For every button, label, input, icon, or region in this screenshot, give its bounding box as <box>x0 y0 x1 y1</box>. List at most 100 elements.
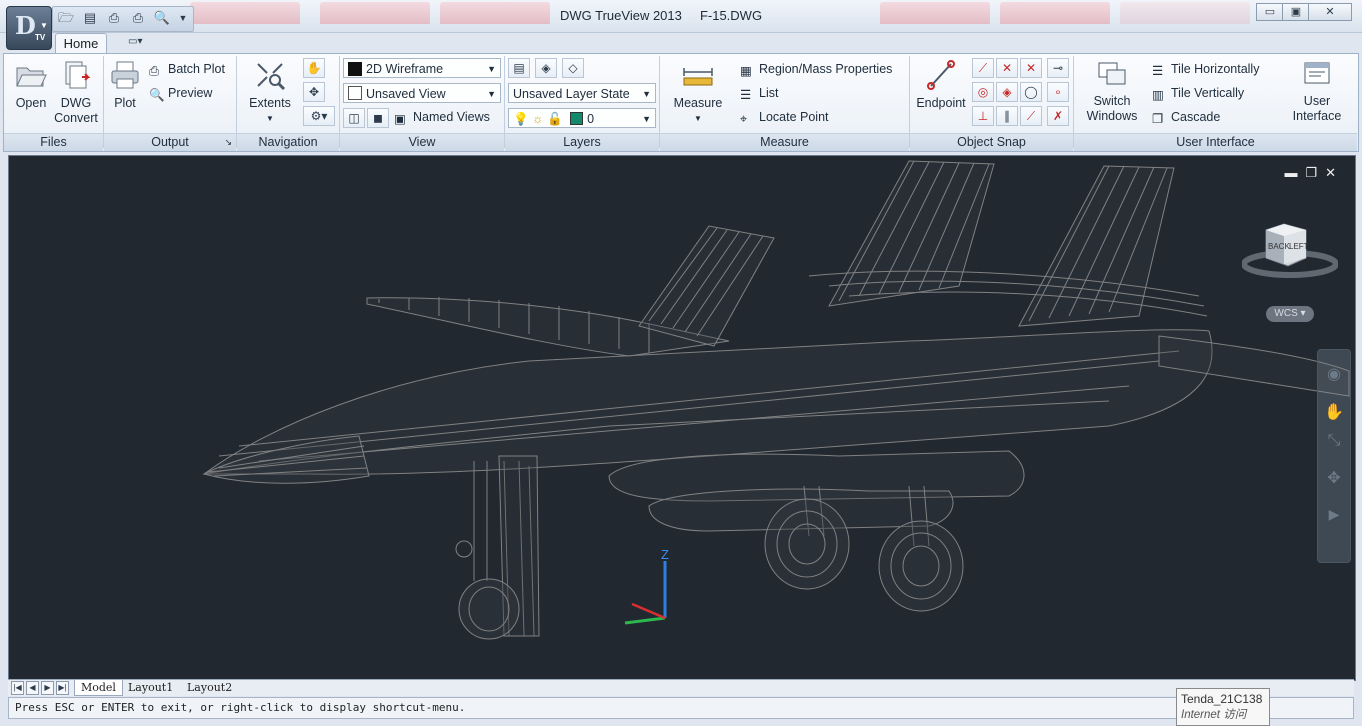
measure-button[interactable]: Measure ▼ <box>668 60 728 126</box>
tile-vertically-button[interactable]: ▥ Tile Vertically <box>1152 86 1245 102</box>
tab-model[interactable]: Model <box>74 680 123 696</box>
steering-wheel-button[interactable]: ⚙▾ <box>303 106 335 126</box>
ribbon-minimize-toggle[interactable]: ▭▾ <box>128 36 156 50</box>
orbit-icon[interactable]: ✥ <box>1318 468 1350 488</box>
minimize-button[interactable]: ▭ <box>1256 3 1284 21</box>
last-layout-button[interactable]: ▶| <box>56 681 69 695</box>
preview-button[interactable]: 🔍 Preview <box>149 86 212 102</box>
first-layout-button[interactable]: |◀ <box>11 681 24 695</box>
application-menu-button[interactable]: D ▼ TV <box>6 6 52 50</box>
tile-vertically-icon: ▥ <box>1152 88 1164 102</box>
endpoint-snap-button[interactable]: Endpoint <box>912 60 970 111</box>
visual-style-dropdown[interactable]: 2D Wireframe ▼ <box>343 58 501 78</box>
tab-home[interactable]: Home <box>55 33 107 54</box>
tile-vertically-label: Tile Vertically <box>1171 86 1245 100</box>
layer-properties-button[interactable]: ▤ <box>508 58 530 78</box>
minimize-icon[interactable]: ▬ <box>1284 165 1305 180</box>
open-button[interactable]: Open <box>12 60 50 111</box>
intersection-snap-button[interactable]: ✕ <box>996 58 1018 78</box>
hand-icon: ✋ <box>306 61 322 75</box>
center-snap-button[interactable]: ◎ <box>972 82 994 102</box>
apparent-intersection-snap-button[interactable]: ✕ <box>1020 58 1042 78</box>
dwg-convert-button[interactable]: DWG Convert <box>52 60 100 126</box>
orbit-button[interactable]: ✥ <box>303 82 325 102</box>
app-name: DWG TrueView 2013 <box>560 8 682 23</box>
named-views-button[interactable]: ▣ Named Views <box>394 110 490 126</box>
tab-layout2-label: Layout2 <box>187 681 233 694</box>
dwg-convert-icon[interactable]: ▤ <box>80 9 100 27</box>
background-tab <box>320 2 430 24</box>
list-button[interactable]: ☰ List <box>740 86 778 102</box>
locate-point-button[interactable]: ⌖ Locate Point <box>740 110 829 126</box>
region-mass-properties-button[interactable]: ▦ Region/Mass Properties <box>740 62 893 78</box>
maximize-button[interactable]: ▣ <box>1282 3 1310 21</box>
lightbulb-icon: 💡 <box>513 112 529 126</box>
switch-windows-button[interactable]: Switch Windows <box>1080 60 1144 124</box>
nearest-snap-button[interactable]: ⟋ <box>1020 106 1042 126</box>
open-icon[interactable]: 🗁 <box>56 9 76 27</box>
background-tab <box>1120 2 1250 24</box>
object-snap-panel-title: Object Snap <box>957 135 1026 149</box>
plot-icon[interactable]: ⎙ <box>104 9 124 27</box>
layer-dropdown[interactable]: 💡 ☼ 🔓 0 ▼ <box>508 108 656 128</box>
clear-snaps-button[interactable]: ✗ <box>1047 106 1069 126</box>
view-cube-button[interactable]: ◫ <box>343 108 365 128</box>
qat-dropdown-icon[interactable]: ▼ <box>173 9 193 27</box>
chevron-down-icon: ▼ <box>642 89 651 99</box>
preview-icon[interactable]: 🔍 <box>152 9 172 27</box>
folder-open-icon <box>16 67 47 87</box>
first-icon: |◀ <box>13 683 22 692</box>
tile-horizontally-button[interactable]: ☰ Tile Horizontally <box>1152 62 1259 78</box>
region-properties-icon: ▦ <box>740 64 752 78</box>
visual-style-value: 2D Wireframe <box>366 62 444 76</box>
user-interface-button[interactable]: User Interface <box>1286 60 1348 124</box>
showmotion-icon[interactable]: ▶ <box>1318 506 1350 523</box>
command-line[interactable]: Press ESC or ENTER to exit, or right-cli… <box>8 697 1354 719</box>
tile-horizontally-icon: ☰ <box>1152 64 1164 78</box>
zoom-extents-icon[interactable]: ⤡ <box>1318 432 1350 450</box>
tangent-snap-button[interactable]: ◯ <box>1020 82 1042 102</box>
tab-layout2[interactable]: Layout2 <box>181 680 238 695</box>
node-snap-button[interactable]: ∘ <box>1047 82 1069 102</box>
restore-icon[interactable]: ❐ <box>1305 165 1325 180</box>
last-icon: ▶| <box>58 683 67 692</box>
cascade-label: Cascade <box>1171 110 1221 124</box>
pan-button[interactable]: ✋ <box>303 58 325 78</box>
close-button[interactable]: ✕ <box>1308 3 1352 21</box>
parallel-snap-button[interactable]: ∥ <box>996 106 1018 126</box>
layer-previous-button[interactable]: ◇ <box>562 58 584 78</box>
batch-plot-button[interactable]: ⎙ Batch Plot <box>149 62 225 78</box>
midpoint-snap-button[interactable]: ⟋ <box>972 58 994 78</box>
viewport-controls[interactable]: ▬❐✕ <box>1284 165 1344 181</box>
tab-layout1-label: Layout1 <box>128 681 174 694</box>
close-icon[interactable]: ✕ <box>1325 165 1344 180</box>
region-label: Region/Mass Properties <box>759 62 893 76</box>
named-views-label: Named Views <box>413 110 490 124</box>
wcs-menu[interactable]: WCS ▾ <box>1266 306 1314 322</box>
named-view-dropdown[interactable]: Unsaved View ▼ <box>343 83 501 103</box>
snap-extension-button[interactable]: ⊸ <box>1047 58 1069 78</box>
extents-button[interactable]: Extents ▼ <box>245 60 295 126</box>
view-panel-label: View <box>340 133 504 151</box>
drawing-viewport[interactable]: Z <box>8 155 1356 681</box>
navigation-panel-title: Navigation <box>258 135 318 149</box>
cascade-button[interactable]: ❐ Cascade <box>1152 110 1221 126</box>
steering-wheel-icon[interactable]: ◉ <box>1318 364 1350 384</box>
tangent-snap-icon: ◯ <box>1024 85 1038 99</box>
hand-icon[interactable]: ✋ <box>1318 402 1350 422</box>
perpendicular-snap-button[interactable]: ⊥ <box>972 106 994 126</box>
layer-state-dropdown[interactable]: Unsaved Layer State ▼ <box>508 83 656 103</box>
layer-states-button[interactable]: ◈ <box>535 58 557 78</box>
view-shaded-button[interactable]: ◼ <box>367 108 389 128</box>
zoom-extents-icon <box>257 63 286 91</box>
chevron-down-icon: ▼ <box>40 21 48 30</box>
quadrant-snap-button[interactable]: ◈ <box>996 82 1018 102</box>
dialog-launcher-icon[interactable]: ↘ <box>224 134 232 151</box>
tab-layout1[interactable]: Layout1 <box>122 680 179 695</box>
batch-plot-icon[interactable]: ⎙ <box>128 9 148 27</box>
previous-layout-button[interactable]: ◀ <box>26 681 39 695</box>
user-interface-label-2: Interface <box>1292 109 1342 123</box>
plot-button[interactable]: Plot <box>107 60 143 111</box>
next-layout-button[interactable]: ▶ <box>41 681 54 695</box>
viewcube[interactable]: BACK LEFT <box>1241 218 1339 280</box>
